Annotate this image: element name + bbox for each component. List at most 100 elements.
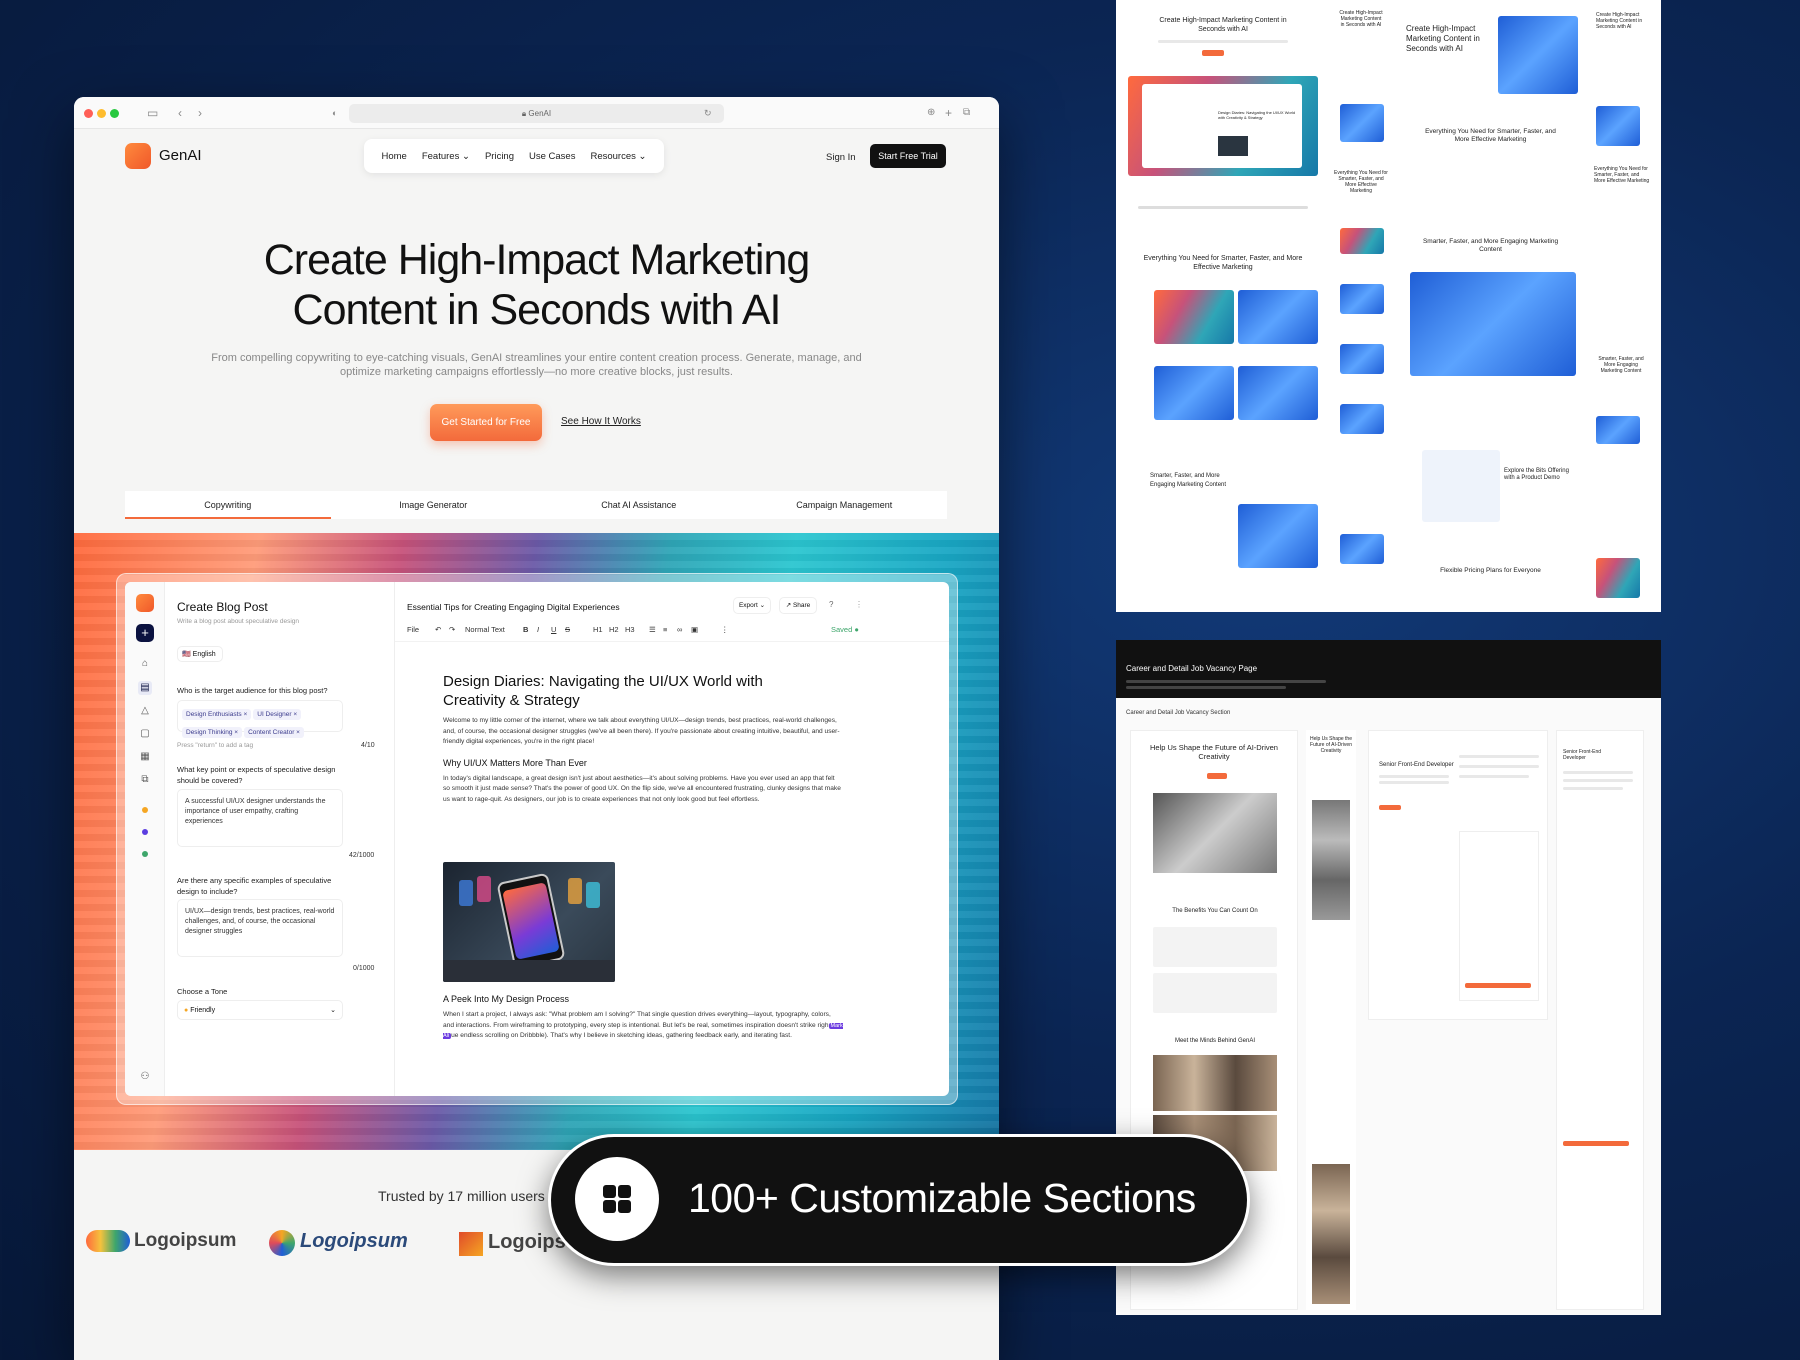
- examples-counter: 0/1000: [353, 965, 375, 972]
- file-menu[interactable]: File: [407, 625, 419, 634]
- user-icon[interactable]: ⚇: [138, 1070, 152, 1084]
- heading-2-button[interactable]: H2: [609, 625, 619, 634]
- tag-chip[interactable]: Design Thinking ×: [182, 727, 243, 738]
- help-icon[interactable]: ?: [829, 600, 833, 609]
- numbered-list-icon[interactable]: ≡: [663, 625, 667, 634]
- get-started-button[interactable]: Get Started for Free: [430, 404, 542, 441]
- workspace-dot-icon[interactable]: [142, 807, 148, 813]
- maximize-dot-icon[interactable]: [110, 109, 119, 118]
- nav-home[interactable]: Home: [382, 151, 407, 162]
- image-icon[interactable]: ▣: [691, 625, 698, 634]
- heading-1-button[interactable]: H1: [593, 625, 603, 634]
- app-logo-icon[interactable]: [136, 594, 154, 612]
- nav-pricing[interactable]: Pricing: [485, 151, 514, 162]
- download-icon[interactable]: ⊕: [927, 105, 935, 121]
- share-button[interactable]: ↗ Share: [779, 597, 817, 614]
- bullet-list-icon[interactable]: ☰: [649, 625, 656, 634]
- nav-features[interactable]: Features ⌄: [422, 151, 470, 162]
- redo-icon[interactable]: ↷: [449, 625, 455, 634]
- more-options-icon[interactable]: ⋮: [721, 625, 729, 634]
- main-nav: Home Features ⌄ Pricing Use Cases Resour…: [364, 139, 664, 173]
- doc-heading: Design Diaries: Navigating the UI/UX Wor…: [443, 673, 763, 709]
- underline-icon[interactable]: U: [551, 625, 556, 634]
- bold-icon[interactable]: B: [523, 625, 528, 634]
- chevron-down-icon: ⌄: [638, 150, 647, 162]
- start-free-trial-button[interactable]: Start Free Trial: [870, 144, 946, 168]
- chat-icon[interactable]: ▢: [138, 727, 152, 741]
- tag-chip[interactable]: Design Enthusiasts ×: [182, 709, 252, 720]
- browser-chrome: ▭ ‹ › ◐ 🔒︎ GenAI ↻ ⊕ + ⧉: [74, 97, 999, 129]
- prompt-pane: Create Blog Post Write a blog post about…: [165, 582, 395, 1096]
- tag-chip[interactable]: UI Designer ×: [253, 709, 302, 720]
- preview-features-title: Everything You Need for Smarter, Faster,…: [1143, 255, 1303, 271]
- tab-copywriting[interactable]: Copywriting: [125, 491, 331, 519]
- doc-paragraph: When I start a project, I always ask: "W…: [443, 1011, 843, 1039]
- back-icon[interactable]: ‹: [178, 105, 182, 121]
- tab-image-generator[interactable]: Image Generator: [331, 491, 537, 519]
- workspace-dot-icon[interactable]: [142, 829, 148, 835]
- tabs-overview-icon[interactable]: ⧉: [963, 105, 970, 121]
- workspace-dot-icon[interactable]: [142, 851, 148, 857]
- pane-title: Create Blog Post: [177, 600, 268, 614]
- badge-text: 100+ Customizable Sections: [688, 1175, 1196, 1221]
- new-item-icon[interactable]: +: [136, 624, 154, 642]
- library-icon[interactable]: ⧉: [138, 773, 152, 787]
- preview-smarter-title: Smarter, Faster, and More Engaging Marke…: [1150, 473, 1227, 488]
- pane-subtitle: Write a blog post about speculative desi…: [177, 618, 300, 625]
- hero-subtitle: From compelling copywriting to eye-catch…: [211, 352, 862, 378]
- link-icon[interactable]: ∞: [677, 625, 682, 634]
- preview-hero-title: Create High-Impact Marketing Content in …: [1159, 17, 1287, 33]
- italic-icon[interactable]: I: [537, 625, 539, 634]
- close-dot-icon[interactable]: [84, 109, 93, 118]
- question-key-points: What key point or expects of speculative…: [177, 765, 336, 785]
- undo-icon[interactable]: ↶: [435, 625, 441, 634]
- examples-textarea[interactable]: UI/UX—design trends, best practices, rea…: [177, 899, 343, 957]
- app-sidebar-rail: + ⌂ ▤ △ ▢ ▦ ⧉ ⚇: [125, 582, 165, 1096]
- text-style-select[interactable]: Normal Text: [465, 625, 505, 634]
- tag-chip[interactable]: Content Creator ×: [244, 727, 304, 738]
- logo-mark-icon: [86, 1230, 130, 1252]
- home-icon[interactable]: ⌂: [138, 657, 152, 671]
- address-bar[interactable]: 🔒︎ GenAI: [349, 104, 724, 123]
- check-circle-icon: ●: [854, 625, 859, 634]
- landing-page-sections-preview: Create High-Impact Marketing Content in …: [1116, 0, 1661, 612]
- nav-resources[interactable]: Resources ⌄: [590, 151, 646, 162]
- language-select[interactable]: 🇺🇸︎ English: [177, 646, 223, 662]
- notifications-icon[interactable]: △: [138, 704, 152, 718]
- question-examples: Are there any specific examples of specu…: [177, 876, 332, 896]
- forward-icon[interactable]: ›: [198, 105, 202, 121]
- phone-in-hand-image: [443, 862, 615, 982]
- share-icon: ↗: [785, 602, 792, 609]
- question-audience: Who is the target audience for this blog…: [177, 686, 328, 695]
- document-body[interactable]: Design Diaries: Navigating the UI/UX Wor…: [443, 672, 843, 805]
- career-header-title: Career and Detail Job Vacancy Page: [1126, 664, 1258, 673]
- minimize-dot-icon[interactable]: [97, 109, 106, 118]
- feature-tabs: Copywriting Image Generator Chat AI Assi…: [125, 491, 947, 519]
- strikethrough-icon[interactable]: S: [565, 625, 570, 634]
- tab-chat-ai-assistance[interactable]: Chat AI Assistance: [536, 491, 742, 519]
- brand-name[interactable]: GenAI: [159, 147, 202, 164]
- more-icon[interactable]: ⋮: [855, 600, 863, 609]
- heading-3-button[interactable]: H3: [625, 625, 635, 634]
- see-how-it-works-link[interactable]: See How It Works: [561, 416, 641, 427]
- sidebar-icon[interactable]: ▭: [147, 105, 158, 121]
- tone-select[interactable]: ● Friendly ⌄: [177, 1000, 343, 1020]
- tag-hint: Press "return" to add a tag: [177, 742, 254, 749]
- chevron-down-icon: ⌄: [461, 150, 470, 162]
- client-logo: Logoips: [488, 1231, 566, 1253]
- audience-tags-input[interactable]: Design Enthusiasts × UI Designer × Design …: [177, 700, 343, 738]
- new-tab-icon[interactable]: +: [945, 105, 952, 121]
- tag-counter: 4/10: [361, 742, 375, 749]
- sign-in-link[interactable]: Sign In: [826, 152, 856, 163]
- chevron-down-icon: ⌄: [330, 1007, 336, 1014]
- tab-campaign-management[interactable]: Campaign Management: [742, 491, 948, 519]
- key-points-textarea[interactable]: A successful UI/UX designer understands …: [177, 789, 343, 847]
- smile-icon: ●: [184, 1007, 189, 1014]
- export-button[interactable]: Export ⌄: [733, 597, 771, 614]
- documents-icon[interactable]: ▤: [138, 681, 152, 695]
- reload-icon[interactable]: ↻: [704, 105, 712, 121]
- genai-logo-icon[interactable]: [125, 143, 151, 169]
- career-section-label: Career and Detail Job Vacancy Section: [1126, 710, 1231, 716]
- gallery-icon[interactable]: ▦: [138, 750, 152, 764]
- nav-use-cases[interactable]: Use Cases: [529, 151, 575, 162]
